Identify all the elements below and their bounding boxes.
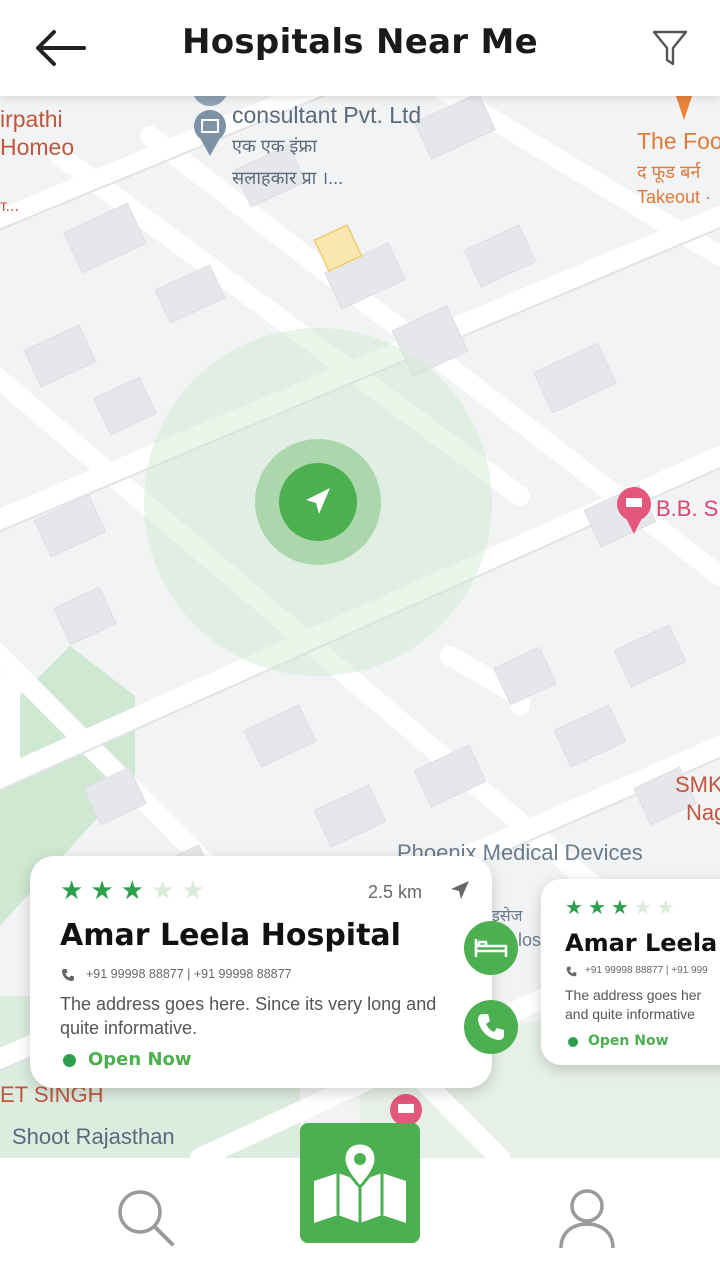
star-empty-icon: ★	[150, 876, 182, 906]
page-title: Hospitals Near Me	[181, 22, 539, 62]
star-filled-icon: ★	[610, 895, 634, 919]
map-label: consultant Pvt. Ltd	[232, 102, 422, 128]
map-tab-button[interactable]	[300, 1123, 420, 1243]
map-label: Shoot Rajasthan	[12, 1124, 175, 1149]
bed-availability-button[interactable]	[464, 921, 518, 975]
star-empty-icon: ★	[656, 895, 680, 919]
map-icon	[314, 1141, 406, 1223]
search-icon[interactable]	[112, 1184, 180, 1252]
hospital-name: Amar Leela H	[565, 929, 720, 957]
rating-stars: ★★★★★	[565, 895, 680, 919]
phone-small-icon	[62, 969, 74, 981]
map-label: B.B. S	[656, 496, 719, 521]
open-status-dot	[63, 1054, 76, 1067]
filter-icon[interactable]	[648, 26, 692, 70]
star-filled-icon: ★	[565, 895, 588, 919]
phone-numbers: +91 99998 88877 | +91 999	[585, 965, 708, 976]
map-view[interactable]: consultant Pvt. Ltd एक एक इंफ्रा सलाहकार…	[0, 96, 720, 1158]
map-label: The Foo	[637, 128, 720, 154]
star-empty-icon: ★	[633, 895, 657, 919]
star-empty-icon: ★	[181, 876, 212, 906]
address-text: and quite informative	[565, 1006, 695, 1022]
navigation-arrow-icon	[306, 488, 330, 514]
directions-icon[interactable]	[448, 878, 472, 902]
user-icon[interactable]	[553, 1184, 621, 1252]
map-label: los	[518, 930, 542, 950]
distance-text: 2.5 km	[368, 882, 423, 902]
rating-stars: ★★★★★	[60, 876, 212, 906]
map-label: सलाहकार प्रा ।...	[232, 168, 344, 188]
open-status: Open Now	[88, 1049, 192, 1070]
map-label: Nag	[686, 800, 720, 825]
map-label: Takeout ·	[637, 187, 712, 207]
app-header: Hospitals Near Me	[0, 0, 720, 96]
open-status: Open Now	[588, 1033, 669, 1049]
map-label: द फूड बर्न	[637, 162, 701, 182]
call-button[interactable]	[464, 1000, 518, 1054]
address-text: The address goes her	[565, 987, 702, 1003]
star-filled-icon: ★	[90, 876, 121, 906]
star-filled-icon: ★	[587, 895, 611, 919]
phone-small-icon	[566, 966, 577, 977]
map-label: irpathi	[0, 106, 63, 132]
map-label: Homeo	[0, 134, 75, 160]
map-label: एक एक इंफ्रा	[232, 136, 317, 156]
open-status-dot	[568, 1037, 578, 1047]
map-label: SMK	[675, 772, 720, 797]
hospital-name: Amar Leela Hospital	[60, 918, 401, 953]
hospital-card[interactable]: ★★★★★ 2.5 km Amar Leela Hospital +91 999…	[30, 856, 492, 1088]
bed-icon	[474, 939, 508, 957]
phone-numbers: +91 99998 88877 | +91 99998 88877	[86, 967, 292, 981]
phone-icon	[478, 1014, 504, 1040]
hospital-card[interactable]: ★★★★★ Amar Leela H +91 99998 88877 | +91…	[541, 879, 720, 1065]
star-filled-icon: ★	[60, 876, 91, 906]
star-filled-icon: ★	[120, 876, 151, 906]
map-label: т...	[0, 198, 19, 215]
address-text: The address goes here. Since its very lo…	[60, 994, 437, 1038]
